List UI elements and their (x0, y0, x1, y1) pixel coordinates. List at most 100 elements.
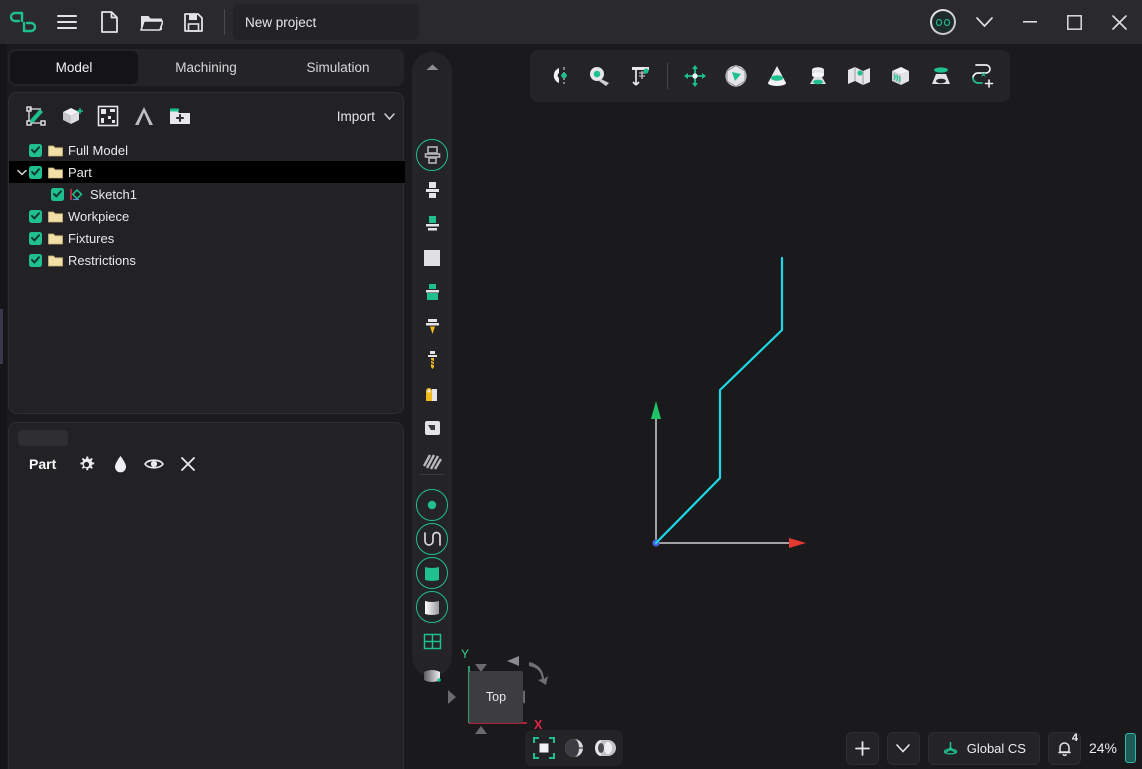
tree-item-label: Workpiece (68, 209, 129, 224)
color-drop-icon[interactable] (110, 454, 130, 474)
cam-app-logo[interactable] (0, 0, 46, 44)
tree-item-part[interactable]: Part (9, 161, 405, 183)
tree-spacer (37, 183, 51, 205)
fit-to-view-icon[interactable] (531, 735, 557, 761)
solid-shade-icon[interactable] (416, 659, 448, 691)
tree-item-checkbox[interactable] (51, 188, 64, 201)
tree-item-checkbox[interactable] (29, 210, 42, 223)
tree-item-workpiece[interactable]: Workpiece (9, 205, 405, 227)
model-toolbar: Import (9, 93, 405, 139)
tree-item-checkbox[interactable] (29, 144, 42, 157)
tool-thread-icon[interactable] (416, 378, 448, 410)
platform-icon[interactable] (922, 58, 959, 95)
create-pattern-icon[interactable] (91, 100, 124, 133)
axis-y-arrow (651, 401, 661, 419)
tool-blank-icon[interactable] (416, 242, 448, 274)
magnet-snap-icon[interactable] (540, 58, 577, 95)
surface-shade-icon[interactable] (416, 591, 448, 623)
tree-spacer (15, 227, 29, 249)
surface-map-icon[interactable] (840, 58, 877, 95)
tree-item-checkbox[interactable] (29, 254, 42, 267)
rotate-view-icon[interactable] (717, 58, 754, 95)
surface-fill-icon[interactable] (416, 557, 448, 589)
tool-drill-icon[interactable] (416, 344, 448, 376)
create-sketch-icon[interactable] (19, 100, 52, 133)
tree-spacer (15, 139, 29, 161)
tool-chamfer-icon[interactable] (416, 310, 448, 342)
model-tree-card: Import Full Model PartSketch1 Workpiece Fix… (8, 92, 404, 414)
create-solid-icon[interactable] (55, 100, 88, 133)
tree-item-sketch1[interactable]: Sketch1 (9, 183, 405, 205)
add-button[interactable] (846, 732, 879, 765)
tab-simulation[interactable]: Simulation (274, 51, 402, 84)
coordinate-system-selector[interactable]: Global CS (928, 732, 1040, 765)
display-tool-rail (412, 52, 452, 677)
point-icon[interactable] (416, 489, 448, 521)
settings-gear-icon[interactable] (76, 454, 96, 474)
caliper-icon[interactable] (622, 58, 659, 95)
add-folder-icon[interactable] (163, 100, 196, 133)
create-text-icon[interactable] (127, 100, 160, 133)
tree-item-restrictions[interactable]: Restrictions (9, 249, 405, 271)
folder-icon (48, 232, 63, 245)
left-rail-handle[interactable] (0, 309, 3, 364)
chevron-down-icon[interactable] (15, 161, 29, 183)
box-texture-icon[interactable] (881, 58, 918, 95)
title-bar: New project (0, 0, 1142, 44)
move-icon[interactable] (676, 58, 713, 95)
avatar[interactable] (930, 9, 956, 35)
tab-model[interactable]: Model (10, 51, 138, 84)
curve-icon[interactable] (416, 523, 448, 555)
visibility-eye-icon[interactable] (144, 454, 164, 474)
save-icon[interactable] (172, 0, 214, 44)
menu-icon[interactable] (46, 0, 88, 44)
dropdown-button[interactable] (887, 732, 920, 765)
tree-item-full-model[interactable]: Full Model (9, 139, 405, 161)
chevron-down-icon[interactable] (962, 0, 1007, 44)
viewport-3d[interactable]: Top Y X (405, 44, 1142, 769)
part-tab-stub[interactable] (18, 430, 68, 446)
folder-icon (48, 210, 63, 223)
coordinate-system-icon (942, 740, 959, 757)
add-toolpath-icon[interactable] (963, 58, 1000, 95)
view-cube-face-top[interactable]: Top (469, 671, 523, 723)
cylinder-icon[interactable] (799, 58, 836, 95)
workflow-tabs: Model Machining Simulation (8, 49, 404, 86)
tool-mill-icon[interactable] (416, 139, 448, 171)
orbit-sphere-icon[interactable] (561, 735, 587, 761)
viewport-toolbar-divider (667, 63, 668, 89)
coordinate-system-label: Global CS (967, 741, 1026, 756)
cone-icon[interactable] (758, 58, 795, 95)
import-dropdown[interactable]: Import (337, 104, 395, 128)
tab-machining-label: Machining (175, 60, 237, 75)
notifications-button[interactable]: 4 (1048, 732, 1081, 765)
open-folder-icon[interactable] (130, 0, 172, 44)
view-cube-axis-y-label: Y (461, 647, 469, 661)
tool-endmill-icon[interactable] (416, 174, 448, 206)
zoom-slider[interactable] (1125, 733, 1136, 763)
tree-item-checkbox[interactable] (29, 232, 42, 245)
part-properties-card: Part (8, 422, 404, 769)
tool-stepped-green-icon[interactable] (416, 276, 448, 308)
close-icon[interactable] (178, 454, 198, 474)
maximize-icon[interactable] (1052, 0, 1097, 44)
project-name-field[interactable]: New project (233, 4, 419, 40)
mesh-icon[interactable] (416, 625, 448, 657)
tree-item-checkbox[interactable] (29, 166, 42, 179)
minimize-icon[interactable] (1007, 0, 1052, 44)
close-icon[interactable] (1097, 0, 1142, 44)
tree-item-label: Full Model (68, 143, 128, 158)
rail-scroll-up-icon[interactable] (412, 56, 452, 78)
origin-point (652, 539, 659, 546)
folder-icon (48, 166, 63, 179)
tool-endmill-green-icon[interactable] (416, 208, 448, 240)
sketch-polyline (656, 258, 782, 543)
tree-item-fixtures[interactable]: Fixtures (9, 227, 405, 249)
part-panel-header: Part (9, 451, 405, 477)
tab-machining[interactable]: Machining (142, 51, 270, 84)
measure-icon[interactable] (581, 58, 618, 95)
tool-insert-icon[interactable] (416, 412, 448, 444)
new-file-icon[interactable] (88, 0, 130, 44)
tree-item-label: Restrictions (68, 253, 136, 268)
perspective-camera-icon[interactable] (591, 735, 617, 761)
